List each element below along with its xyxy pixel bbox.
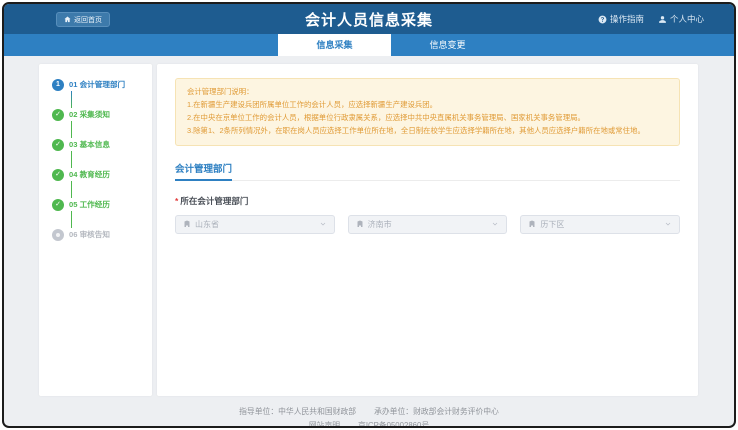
step-label: 06 审核告知 bbox=[69, 229, 110, 240]
tab-bar: 信息采集 信息变更 bbox=[4, 34, 734, 56]
site-statement-link[interactable]: 网站声明 bbox=[309, 421, 340, 426]
page-footer: 指导单位：中华人民共和国财政部 承办单位：财政部会计财务评价中心 网站声明 京ICP… bbox=[4, 396, 734, 426]
app-header: 返回首页 会计人员信息采集 操作指南 个人中心 bbox=[4, 4, 734, 34]
step-collection-notice[interactable]: ✓ 02 采集须知 bbox=[52, 108, 152, 121]
icp-number: 京ICP备05002860号 bbox=[358, 421, 429, 426]
step-1-badge-icon: 1 bbox=[52, 79, 64, 91]
select-district[interactable]: 历下区 bbox=[520, 215, 680, 234]
building-icon bbox=[528, 220, 536, 228]
cards-row: 1 01 会计管理部门 ✓ 02 采集须知 ✓ 03 基本信息 ✓ 04 教育经… bbox=[4, 56, 734, 396]
step-accounting-dept[interactable]: 1 01 会计管理部门 bbox=[52, 78, 152, 91]
tab-info-change[interactable]: 信息变更 bbox=[391, 34, 504, 56]
required-mark: * bbox=[175, 196, 178, 206]
step-connector bbox=[71, 211, 72, 228]
step-label: 02 采集须知 bbox=[69, 109, 110, 120]
check-icon: ✓ bbox=[52, 139, 64, 151]
step-connector bbox=[71, 151, 72, 168]
step-connector bbox=[71, 181, 72, 198]
chevron-down-icon bbox=[491, 220, 499, 228]
step-work-history[interactable]: ✓ 05 工作经历 bbox=[52, 198, 152, 211]
tabs: 信息采集 信息变更 bbox=[278, 34, 504, 56]
home-button-label: 返回首页 bbox=[74, 15, 102, 25]
section-title: 会计管理部门 bbox=[175, 161, 232, 181]
select-district-value: 历下区 bbox=[540, 219, 660, 230]
home-icon bbox=[64, 16, 71, 23]
check-icon: ✓ bbox=[52, 199, 64, 211]
step-basic-info[interactable]: ✓ 03 基本信息 bbox=[52, 138, 152, 151]
content-area: 1 01 会计管理部门 ✓ 02 采集须知 ✓ 03 基本信息 ✓ 04 教育经… bbox=[4, 56, 734, 426]
notice-title: 会计管理部门说明： bbox=[187, 86, 668, 99]
select-city[interactable]: 济南市 bbox=[348, 215, 508, 234]
building-icon bbox=[356, 220, 364, 228]
footer-sponsor: 指导单位：中华人民共和国财政部 bbox=[239, 407, 356, 416]
step-connector bbox=[71, 91, 72, 108]
main-panel: 会计管理部门说明： 1.在新疆生产建设兵团所属单位工作的会计人员，应选择新疆生产… bbox=[157, 64, 698, 396]
question-circle-icon bbox=[598, 15, 607, 24]
notice-line: 2.在中央在京单位工作的会计人员，根据单位行政隶属关系，应选择中共中央直属机关事… bbox=[187, 112, 668, 125]
guide-link[interactable]: 操作指南 bbox=[598, 13, 644, 25]
select-city-value: 济南市 bbox=[368, 219, 488, 230]
footer-organizer: 承办单位：财政部会计财务评价中心 bbox=[374, 407, 499, 416]
check-icon: ✓ bbox=[52, 109, 64, 121]
profile-link-label: 个人中心 bbox=[670, 13, 704, 25]
step-label: 01 会计管理部门 bbox=[69, 79, 125, 90]
chevron-down-icon bbox=[664, 220, 672, 228]
notice-line: 1.在新疆生产建设兵团所属单位工作的会计人员，应选择新疆生产建设兵团。 bbox=[187, 99, 668, 112]
user-icon bbox=[658, 15, 667, 24]
check-icon: ✓ bbox=[52, 169, 64, 181]
profile-link[interactable]: 个人中心 bbox=[658, 13, 704, 25]
header-actions: 操作指南 个人中心 bbox=[598, 4, 704, 34]
section-title-row: 会计管理部门 bbox=[175, 159, 680, 181]
steps-sidebar: 1 01 会计管理部门 ✓ 02 采集须知 ✓ 03 基本信息 ✓ 04 教育经… bbox=[39, 64, 152, 396]
step-label: 03 基本信息 bbox=[69, 139, 110, 150]
step-label: 04 教育经历 bbox=[69, 169, 110, 180]
step-connector bbox=[71, 121, 72, 138]
step-education-history[interactable]: ✓ 04 教育经历 bbox=[52, 168, 152, 181]
select-province-value: 山东省 bbox=[195, 219, 315, 230]
region-select-group: 山东省 济南市 历下区 bbox=[175, 215, 680, 234]
field-label: *所在会计管理部门 bbox=[175, 195, 680, 207]
step-review-notice[interactable]: 06 审核告知 bbox=[52, 228, 152, 241]
chevron-down-icon bbox=[319, 220, 327, 228]
home-button[interactable]: 返回首页 bbox=[56, 12, 110, 27]
browser-frame: 返回首页 会计人员信息采集 操作指南 个人中心 信息采集 信息变更 1 01 会… bbox=[2, 2, 736, 428]
notice-line: 3.除第1、2条所列情况外，在职在岗人员应选择工作单位所在地，全日制在校学生应选… bbox=[187, 125, 668, 138]
notice-box: 会计管理部门说明： 1.在新疆生产建设兵团所属单位工作的会计人员，应选择新疆生产… bbox=[175, 78, 680, 146]
building-icon bbox=[183, 220, 191, 228]
tab-info-collection[interactable]: 信息采集 bbox=[278, 34, 391, 56]
guide-link-label: 操作指南 bbox=[610, 13, 644, 25]
step-label: 05 工作经历 bbox=[69, 199, 110, 210]
select-province[interactable]: 山东省 bbox=[175, 215, 335, 234]
pending-circle-icon bbox=[52, 229, 64, 241]
footer-line-units: 指导单位：中华人民共和国财政部 承办单位：财政部会计财务评价中心 bbox=[4, 405, 734, 419]
footer-line-legal: 网站声明 京ICP备05002860号 bbox=[4, 419, 734, 426]
